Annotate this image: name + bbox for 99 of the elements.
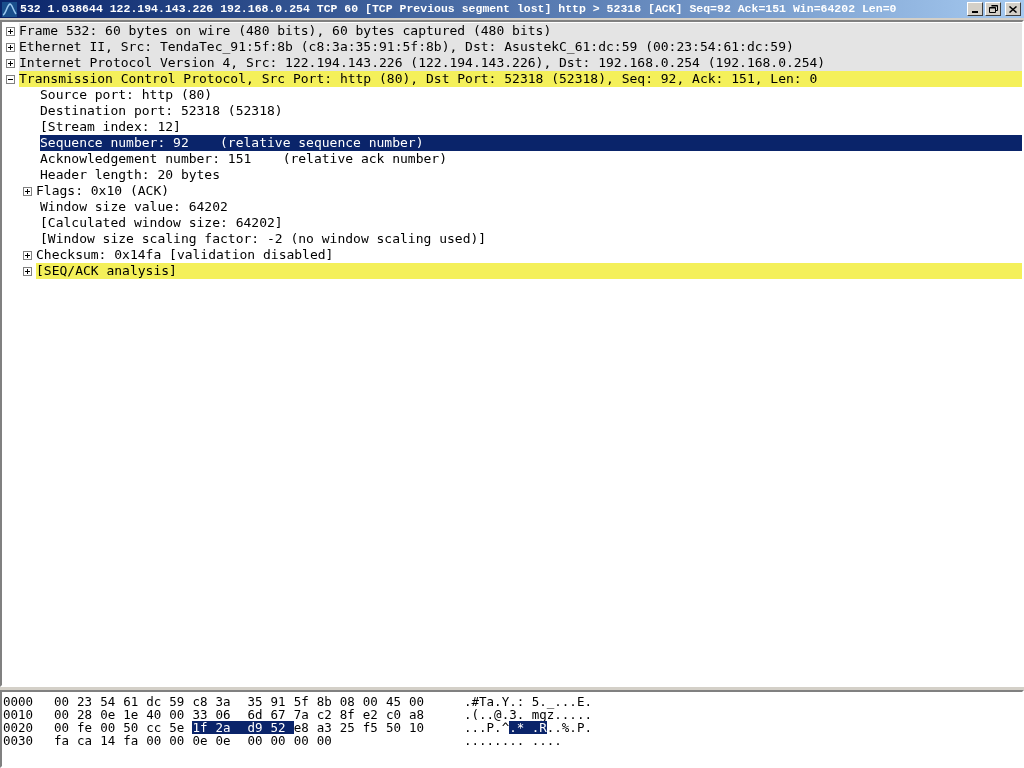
hex-offset: 0010 bbox=[3, 708, 35, 721]
hex-byte[interactable]: fa bbox=[54, 734, 78, 747]
hex-byte[interactable]: fa bbox=[123, 734, 147, 747]
hex-byte[interactable]: c8 bbox=[192, 695, 216, 708]
hex-byte[interactable]: f5 bbox=[362, 721, 386, 734]
hex-byte[interactable]: 00 bbox=[270, 734, 294, 747]
hex-byte[interactable]: 25 bbox=[339, 721, 363, 734]
restore-button[interactable] bbox=[985, 2, 1001, 16]
hex-byte[interactable]: 0e bbox=[192, 734, 216, 747]
hex-byte[interactable]: 8b bbox=[316, 695, 340, 708]
hex-byte[interactable]: 5e bbox=[169, 721, 193, 734]
hex-byte[interactable]: 35 bbox=[247, 695, 271, 708]
hex-byte[interactable]: 00 bbox=[54, 721, 78, 734]
hex-byte[interactable]: 2a bbox=[215, 721, 248, 734]
tree-row[interactable]: Sequence number: 92 (relative sequence number) bbox=[40, 135, 1022, 151]
hex-offset: 0000 bbox=[3, 695, 35, 708]
hex-byte[interactable]: 00 bbox=[54, 695, 78, 708]
hex-byte[interactable]: 54 bbox=[100, 695, 124, 708]
window-title: 532 1.038644 122.194.143.226 192.168.0.254 TCP 60 [TCP Previous segment lost] http > 52318 [ACK] Seq=92 Ack=151 Win=64202 Len=0 bbox=[20, 1, 898, 18]
ascii-text[interactable]: .#Ta.Y.: 5._...E. bbox=[464, 695, 592, 708]
ascii-text[interactable]: .(..@.3. mgz..... bbox=[464, 708, 592, 721]
tree-row[interactable]: [Window size scaling factor: -2 (no window scaling used)] bbox=[40, 231, 1022, 247]
hex-byte[interactable]: 23 bbox=[77, 695, 101, 708]
hex-byte[interactable]: fe bbox=[77, 721, 101, 734]
tree-row[interactable]: Frame 532: 60 bytes on wire (480 bits), 60 bytes captured (480 bits) bbox=[19, 23, 1022, 39]
expand-box-icon[interactable] bbox=[6, 58, 15, 68]
hex-byte[interactable]: 0e bbox=[215, 734, 248, 747]
hex-byte[interactable]: 61 bbox=[123, 695, 147, 708]
hex-byte[interactable]: 00 bbox=[316, 734, 340, 747]
expand-box-icon[interactable] bbox=[23, 186, 32, 196]
hex-byte[interactable]: 6d bbox=[247, 708, 271, 721]
hex-byte[interactable]: 10 bbox=[408, 721, 432, 734]
hex-byte[interactable]: 33 bbox=[192, 708, 216, 721]
hex-byte[interactable]: e8 bbox=[293, 721, 317, 734]
hex-byte[interactable]: a3 bbox=[316, 721, 340, 734]
tree-row[interactable]: [Calculated window size: 64202] bbox=[40, 215, 1022, 231]
hex-byte[interactable]: 00 bbox=[247, 734, 271, 747]
hex-byte[interactable]: 28 bbox=[77, 708, 101, 721]
tree-row[interactable]: Flags: 0x10 (ACK) bbox=[36, 183, 1022, 199]
hex-byte[interactable]: 00 bbox=[169, 734, 193, 747]
hex-byte[interactable]: 52 bbox=[270, 721, 294, 734]
hex-offset: 0020 bbox=[3, 721, 35, 734]
tree-row[interactable]: [SEQ/ACK analysis] bbox=[36, 263, 1022, 279]
ascii-text[interactable]: ........ .... bbox=[464, 734, 562, 747]
hex-byte[interactable]: 00 bbox=[169, 708, 193, 721]
hex-byte[interactable]: 08 bbox=[339, 695, 363, 708]
minimize-button[interactable] bbox=[967, 2, 983, 16]
hex-byte[interactable]: c2 bbox=[316, 708, 340, 721]
tree-row[interactable]: Internet Protocol Version 4, Src: 122.194.143.226 (122.194.143.226), Dst: 192.168.0.254 (192.168.0.254) bbox=[19, 55, 1022, 71]
hex-byte[interactable]: 00 bbox=[100, 721, 124, 734]
hex-byte[interactable]: e2 bbox=[362, 708, 386, 721]
tree-row[interactable]: Ethernet II, Src: TendaTec_91:5f:8b (c8:3a:35:91:5f:8b), Dst: AsustekC_61:dc:59 (00:23:54:61:dc:59) bbox=[19, 39, 1022, 55]
hex-byte[interactable]: 3a bbox=[215, 695, 248, 708]
hex-byte[interactable]: 06 bbox=[215, 708, 248, 721]
hex-byte[interactable]: 59 bbox=[169, 695, 193, 708]
hex-byte[interactable]: 00 bbox=[362, 695, 386, 708]
collapse-box-icon[interactable] bbox=[6, 74, 15, 84]
hex-byte[interactable]: cc bbox=[146, 721, 170, 734]
close-button[interactable] bbox=[1005, 2, 1021, 16]
hex-byte[interactable]: a8 bbox=[408, 708, 432, 721]
expand-box-icon[interactable] bbox=[6, 26, 15, 36]
hex-byte[interactable]: 00 bbox=[146, 734, 170, 747]
hex-byte[interactable]: 00 bbox=[54, 708, 78, 721]
hex-byte[interactable]: 8f bbox=[339, 708, 363, 721]
hex-byte[interactable]: d9 bbox=[247, 721, 271, 734]
expand-box-icon[interactable] bbox=[23, 250, 32, 260]
close-icon bbox=[1009, 5, 1017, 13]
expand-box-icon[interactable] bbox=[6, 42, 15, 52]
hex-byte[interactable]: 1e bbox=[123, 708, 147, 721]
hex-byte[interactable]: 40 bbox=[146, 708, 170, 721]
hex-byte[interactable]: 50 bbox=[123, 721, 147, 734]
tree-row[interactable]: Acknowledgement number: 151 (relative ack number) bbox=[40, 151, 1022, 167]
minimize-icon bbox=[972, 11, 978, 13]
hex-byte[interactable]: 00 bbox=[408, 695, 432, 708]
ascii-text[interactable]: ...P.^ bbox=[464, 721, 510, 734]
tree-row[interactable]: Window size value: 64202 bbox=[40, 199, 1022, 215]
restore-icon bbox=[988, 5, 998, 13]
expand-box-icon[interactable] bbox=[23, 266, 32, 276]
hex-offset: 0030 bbox=[3, 734, 35, 747]
tree-row[interactable]: Checksum: 0x14fa [validation disabled] bbox=[36, 247, 1022, 263]
tree-row[interactable]: [Stream index: 12] bbox=[40, 119, 1022, 135]
hex-byte[interactable]: 7a bbox=[293, 708, 317, 721]
app-logo-icon bbox=[2, 1, 17, 17]
tree-row[interactable]: Source port: http (80) bbox=[40, 87, 1022, 103]
hex-byte[interactable]: 14 bbox=[100, 734, 124, 747]
hex-byte[interactable]: 5f bbox=[293, 695, 317, 708]
tree-row[interactable]: Transmission Control Protocol, Src Port: http (80), Dst Port: 52318 (52318), Seq: 92, Ack: 151, Len: 0 bbox=[19, 71, 1022, 87]
hex-byte[interactable]: 45 bbox=[385, 695, 409, 708]
hex-byte[interactable]: 1f bbox=[192, 721, 216, 734]
tree-row[interactable]: Destination port: 52318 (52318) bbox=[40, 103, 1022, 119]
hex-byte[interactable]: 0e bbox=[100, 708, 124, 721]
hex-byte[interactable]: dc bbox=[146, 695, 170, 708]
hex-byte[interactable]: 67 bbox=[270, 708, 294, 721]
hex-byte[interactable]: 00 bbox=[293, 734, 317, 747]
hex-byte[interactable]: c0 bbox=[385, 708, 409, 721]
tree-row[interactable]: Header length: 20 bytes bbox=[40, 167, 1022, 183]
hex-byte[interactable]: ca bbox=[77, 734, 101, 747]
hex-byte[interactable]: 91 bbox=[270, 695, 294, 708]
hex-byte[interactable]: 50 bbox=[385, 721, 409, 734]
